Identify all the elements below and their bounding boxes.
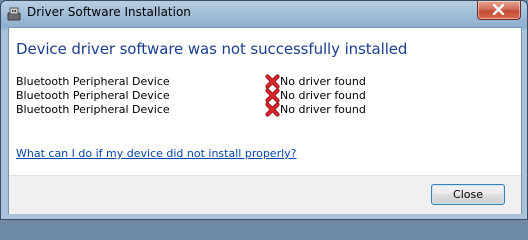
help-link[interactable]: What can I do if my device did not insta… — [16, 147, 297, 160]
usb-device-icon — [7, 6, 21, 21]
error-x-icon — [265, 88, 280, 103]
device-list: Bluetooth Peripheral Device No driver fo… — [16, 74, 416, 117]
dialog-content: Device driver software was not successfu… — [8, 27, 522, 214]
window-title: Driver Software Installation — [27, 5, 191, 19]
status-text: No driver found — [280, 75, 366, 88]
list-item: Bluetooth Peripheral Device No driver fo… — [16, 102, 416, 117]
device-name: Bluetooth Peripheral Device — [16, 103, 170, 116]
status-text: No driver found — [280, 89, 366, 102]
button-bar: Close — [9, 175, 521, 214]
list-item: Bluetooth Peripheral Device No driver fo… — [16, 88, 416, 103]
device-name: Bluetooth Peripheral Device — [16, 75, 170, 88]
close-button[interactable]: Close — [431, 184, 505, 205]
driver-install-window: Driver Software Installation Device driv… — [0, 0, 528, 220]
error-x-icon — [265, 102, 280, 117]
list-item: Bluetooth Peripheral Device No driver fo… — [16, 74, 416, 89]
page-title: Device driver software was not successfu… — [16, 40, 408, 58]
title-bar[interactable]: Driver Software Installation — [1, 1, 527, 27]
device-name: Bluetooth Peripheral Device — [16, 89, 170, 102]
close-icon — [492, 4, 505, 15]
window-close-button[interactable] — [477, 1, 521, 20]
error-x-icon — [265, 74, 280, 89]
status-text: No driver found — [280, 103, 366, 116]
